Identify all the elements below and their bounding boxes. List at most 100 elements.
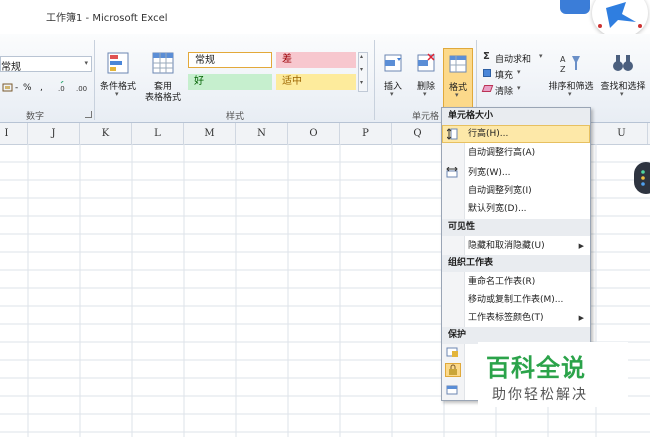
style-neutral[interactable]: 适中	[276, 74, 356, 90]
sort-filter-icon: AZ	[560, 55, 580, 74]
group-separator	[374, 40, 375, 120]
fill-label: 填充	[495, 71, 514, 81]
row-height-icon	[446, 128, 459, 140]
comma-style-button[interactable]: ,	[40, 83, 43, 93]
svg-text:.0: .0	[58, 85, 65, 93]
chevron-down-icon: ▾	[539, 52, 543, 60]
group-label-styles: 样式	[226, 112, 245, 122]
percent-style-button[interactable]: %	[23, 83, 32, 93]
clear-button[interactable]: 清除 ▾	[481, 84, 533, 97]
group-label-number: 数字	[26, 112, 45, 122]
menu-section-visibility: 可见性	[442, 219, 590, 236]
sigma-icon: Σ	[483, 51, 490, 62]
gallery-up-icon[interactable]: ▴	[360, 53, 363, 60]
gallery-more-icon[interactable]: ▾	[360, 79, 363, 86]
eraser-icon	[481, 85, 494, 92]
chevron-down-icon: ▾	[455, 91, 459, 99]
svg-text:Z: Z	[560, 65, 566, 74]
chevron-down-icon: ▾	[390, 90, 394, 98]
row-height-label: 行高(H)...	[468, 129, 509, 139]
fill-down-icon	[483, 69, 491, 77]
number-dialog-launcher-icon[interactable]	[85, 111, 92, 118]
window-title: 工作簿1 - Microsoft Excel	[46, 13, 168, 24]
group-label-cells: 单元格	[412, 112, 440, 122]
menu-item-autofit-column[interactable]: 自动调整列宽(I)	[442, 182, 590, 200]
column-header[interactable]: O	[288, 123, 340, 144]
chevron-down-icon: ▾	[423, 90, 427, 98]
assistant-badge-icon[interactable]	[560, 0, 590, 14]
assistant-bird-icon[interactable]	[592, 0, 648, 38]
column-header[interactable]: N	[236, 123, 288, 144]
menu-item-row-height[interactable]: 行高(H)...	[442, 125, 590, 143]
menu-item-autofit-row[interactable]: 自动调整行高(A)	[442, 144, 590, 162]
format-as-table-label-2: 表格格式	[144, 93, 181, 103]
cell-styles-gallery[interactable]: 常规 差 好 适中 ▴ ▾ ▾	[188, 52, 370, 92]
menu-section-organize: 组织工作表	[442, 255, 590, 272]
sort-filter-button[interactable]: AZ 排序和筛选 ▾	[546, 52, 596, 104]
column-width-icon	[446, 166, 458, 179]
format-button[interactable]: 格式 ▾	[443, 48, 473, 108]
column-header[interactable]: J	[28, 123, 80, 144]
delete-button[interactable]: 删除 ▾	[411, 52, 441, 104]
format-cells-icon	[449, 55, 467, 73]
chevron-down-icon: ▾	[517, 84, 521, 92]
number-format-dropdown[interactable]: 常规 ▾	[0, 56, 92, 73]
menu-item-hide-unhide[interactable]: 隐藏和取消隐藏(U) ▶	[442, 237, 590, 255]
gallery-scrollbar[interactable]: ▴ ▾ ▾	[358, 52, 368, 92]
style-normal[interactable]: 常规	[188, 52, 272, 68]
format-cells-dialog-icon[interactable]	[446, 384, 460, 396]
menu-item-move-copy-sheet[interactable]: 移动或复制工作表(M)...	[442, 291, 590, 309]
chevron-down-icon: ▾	[517, 68, 521, 76]
menu-item-rename-sheet[interactable]: 重命名工作表(R)	[442, 273, 590, 291]
fill-button[interactable]: 填充 ▾	[483, 68, 533, 81]
lock-cell-icon[interactable]	[445, 363, 461, 377]
format-as-table-button[interactable]: 套用 表格格式	[140, 52, 186, 104]
group-separator	[94, 40, 95, 120]
insert-cells-icon	[384, 54, 402, 72]
submenu-arrow-icon: ▶	[578, 242, 584, 250]
column-header[interactable]: Q	[392, 123, 444, 144]
accounting-format-button[interactable]	[2, 82, 14, 94]
chevron-down-icon: ▾	[84, 59, 88, 67]
chevron-down-icon: ▾	[620, 90, 624, 98]
hide-unhide-label: 隐藏和取消隐藏(U)	[468, 241, 545, 251]
column-header[interactable]: L	[132, 123, 184, 144]
watermark-logo: 百科全说 助你轻松解决	[478, 342, 628, 407]
clear-label: 清除	[495, 87, 514, 97]
svg-text:.00: .00	[76, 85, 87, 93]
title-bar: 工作簿1 - Microsoft Excel	[0, 0, 650, 38]
conditional-format-button[interactable]: 条件格式 ▾	[98, 52, 138, 104]
column-header[interactable]: M	[184, 123, 236, 144]
column-width-label: 列宽(W)...	[468, 168, 511, 178]
protect-sheet-icon[interactable]	[446, 346, 460, 358]
autosum-label: 自动求和	[495, 55, 532, 65]
find-select-button[interactable]: 查找和选择 ▾	[597, 52, 649, 104]
insert-button[interactable]: 插入 ▾	[378, 52, 408, 104]
binoculars-icon	[613, 55, 633, 71]
submenu-arrow-icon: ▶	[578, 314, 584, 322]
column-header[interactable]: U	[596, 123, 648, 144]
conditional-format-icon	[107, 52, 129, 74]
autosum-button[interactable]: Σ 自动求和 ▾	[483, 51, 547, 65]
increase-decimal-icon[interactable]: .0	[58, 79, 72, 95]
menu-item-column-width[interactable]: 列宽(W)...	[442, 164, 590, 182]
svg-text:A: A	[560, 55, 566, 64]
number-format-value: 常规	[1, 62, 21, 73]
delete-cells-icon	[417, 53, 435, 72]
decrease-decimal-icon[interactable]: .00	[76, 81, 90, 95]
table-format-icon	[152, 52, 174, 74]
watermark-subtitle: 助你轻松解决	[492, 387, 588, 403]
column-header[interactable]: I	[0, 123, 28, 144]
column-header[interactable]: P	[340, 123, 392, 144]
floating-widget-icon[interactable]	[634, 162, 650, 194]
menu-section-cell-size: 单元格大小	[442, 108, 590, 125]
style-good[interactable]: 好	[188, 74, 272, 90]
style-bad[interactable]: 差	[276, 52, 356, 68]
accounting-dropdown-chevron[interactable]: -	[15, 83, 18, 93]
menu-item-tab-color[interactable]: 工作表标签颜色(T) ▶	[442, 309, 590, 327]
menu-item-default-width[interactable]: 默认列宽(D)...	[442, 200, 590, 218]
column-header[interactable]: K	[80, 123, 132, 144]
gallery-down-icon[interactable]: ▾	[360, 66, 363, 73]
chevron-down-icon: ▾	[115, 90, 119, 98]
tab-color-label: 工作表标签颜色(T)	[468, 313, 544, 323]
